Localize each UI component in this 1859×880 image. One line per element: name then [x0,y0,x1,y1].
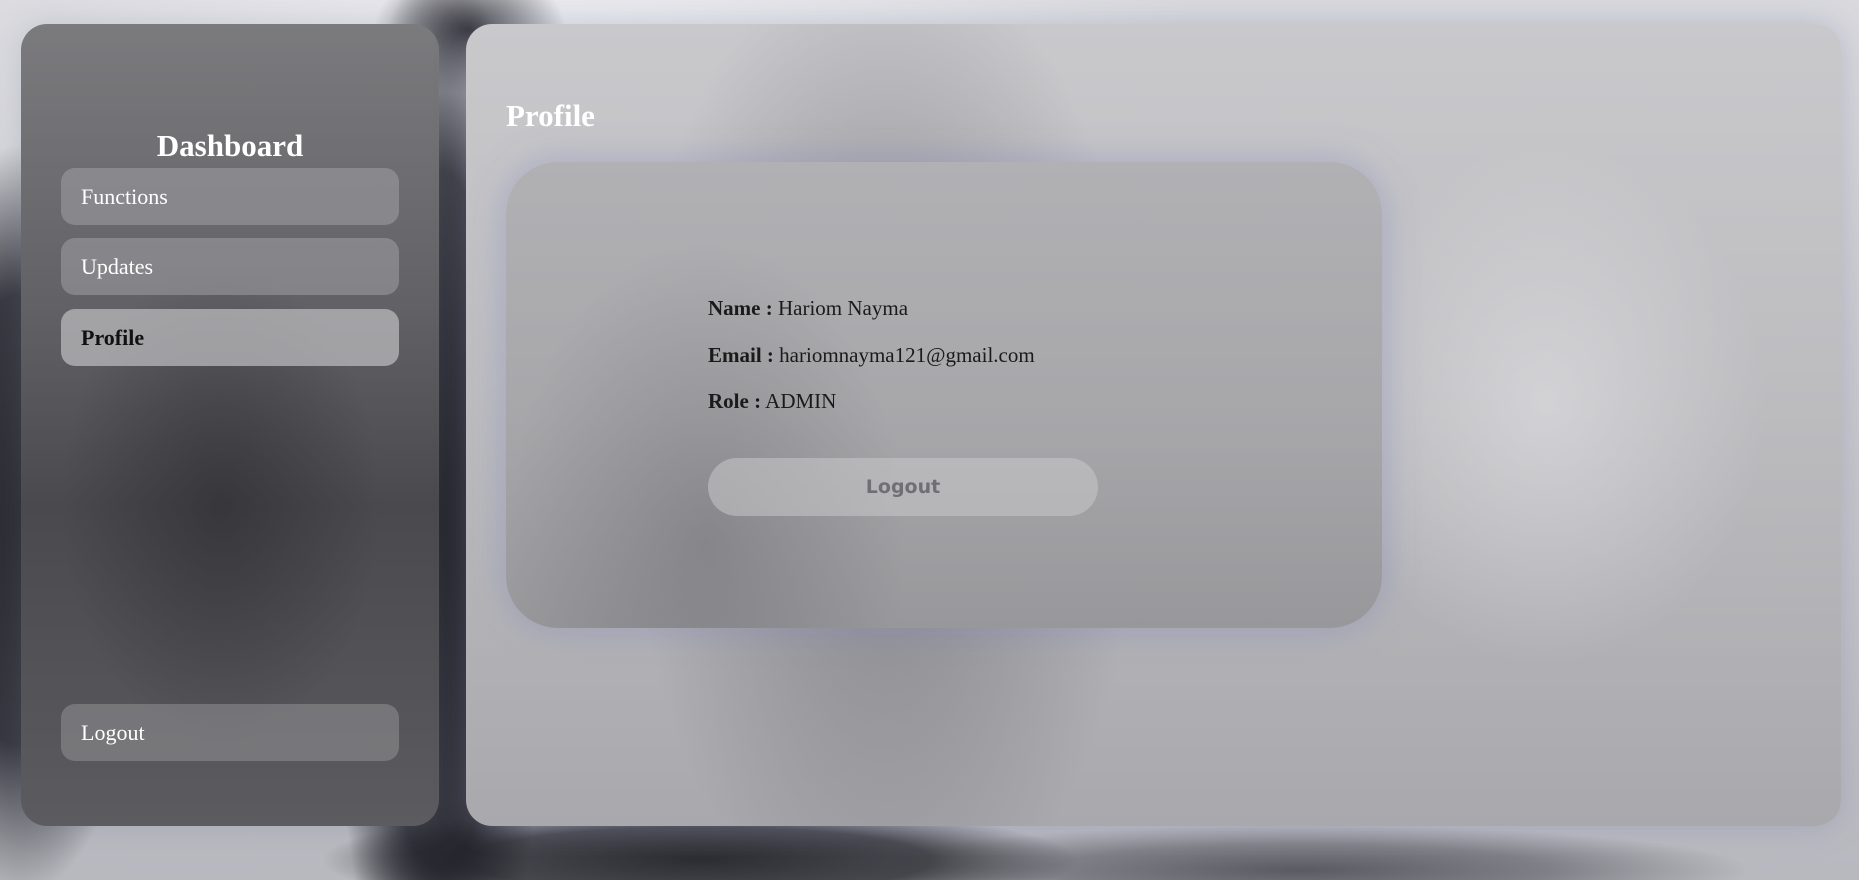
sidebar-item-label: Functions [81,183,168,209]
profile-role-row: Role : ADMIN [708,389,836,414]
sidebar-logout-button[interactable]: Logout [61,704,399,761]
profile-role-label: Role : [708,389,762,413]
sidebar: Dashboard Functions Updates Profile Logo… [21,24,439,826]
profile-email-value: hariomnayma121@gmail.com [779,343,1035,367]
sidebar-item-functions[interactable]: Functions [61,168,399,225]
profile-name-row: Name : Hariom Nayma [708,296,908,321]
profile-email-label: Email : [708,343,774,367]
sidebar-logout-label: Logout [81,719,145,745]
profile-name-value: Hariom Nayma [777,296,909,320]
profile-card: Name : Hariom Nayma Email : hariomnayma1… [506,162,1382,628]
sidebar-item-profile[interactable]: Profile [61,309,399,366]
page-title: Profile [506,98,595,133]
main-content: Profile Name : Hariom Nayma Email : hari… [466,24,1841,826]
sidebar-item-updates[interactable]: Updates [61,238,399,295]
profile-logout-button[interactable]: Logout [708,458,1098,516]
sidebar-item-label: Updates [81,253,154,279]
profile-email-row: Email : hariomnayma121@gmail.com [708,343,1035,368]
profile-role-value: ADMIN [765,389,837,413]
sidebar-title: Dashboard [156,128,304,163]
sidebar-item-label: Profile [81,324,145,350]
profile-name-label: Name : [708,296,773,320]
